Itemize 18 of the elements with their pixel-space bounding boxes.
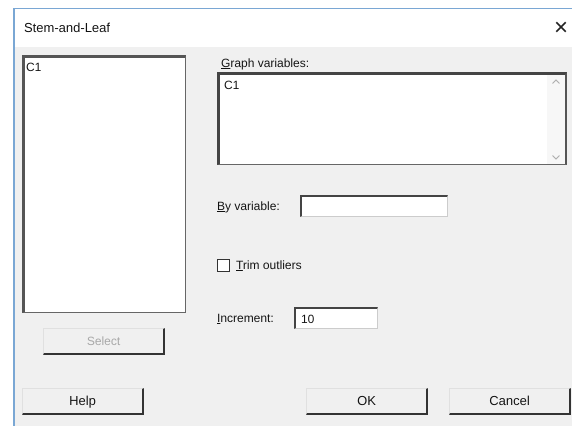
increment-field[interactable]: 10	[294, 307, 378, 329]
scroll-down-icon[interactable]	[552, 155, 560, 160]
list-item[interactable]: C1	[26, 58, 184, 76]
by-variable-field[interactable]	[300, 195, 448, 217]
window-title: Stem-and-Leaf	[24, 19, 110, 38]
scrollbar[interactable]	[547, 75, 565, 164]
checkbox-label[interactable]: Trim outliers	[236, 256, 302, 274]
close-button[interactable]: ×	[551, 16, 571, 40]
dialog-button[interactable]: Cancel	[449, 388, 571, 415]
field-label: Increment:	[217, 310, 275, 327]
graph-variables-field[interactable]: C1	[217, 72, 567, 165]
scroll-up-icon[interactable]	[552, 79, 560, 84]
field-label: Graph variables:	[221, 56, 310, 70]
dialog-button[interactable]: OK	[306, 388, 428, 415]
checkbox[interactable]	[217, 258, 230, 272]
help-button[interactable]: Help	[22, 388, 144, 415]
field-label: By variable:	[217, 198, 281, 215]
variable-list[interactable]: C1	[22, 55, 186, 313]
